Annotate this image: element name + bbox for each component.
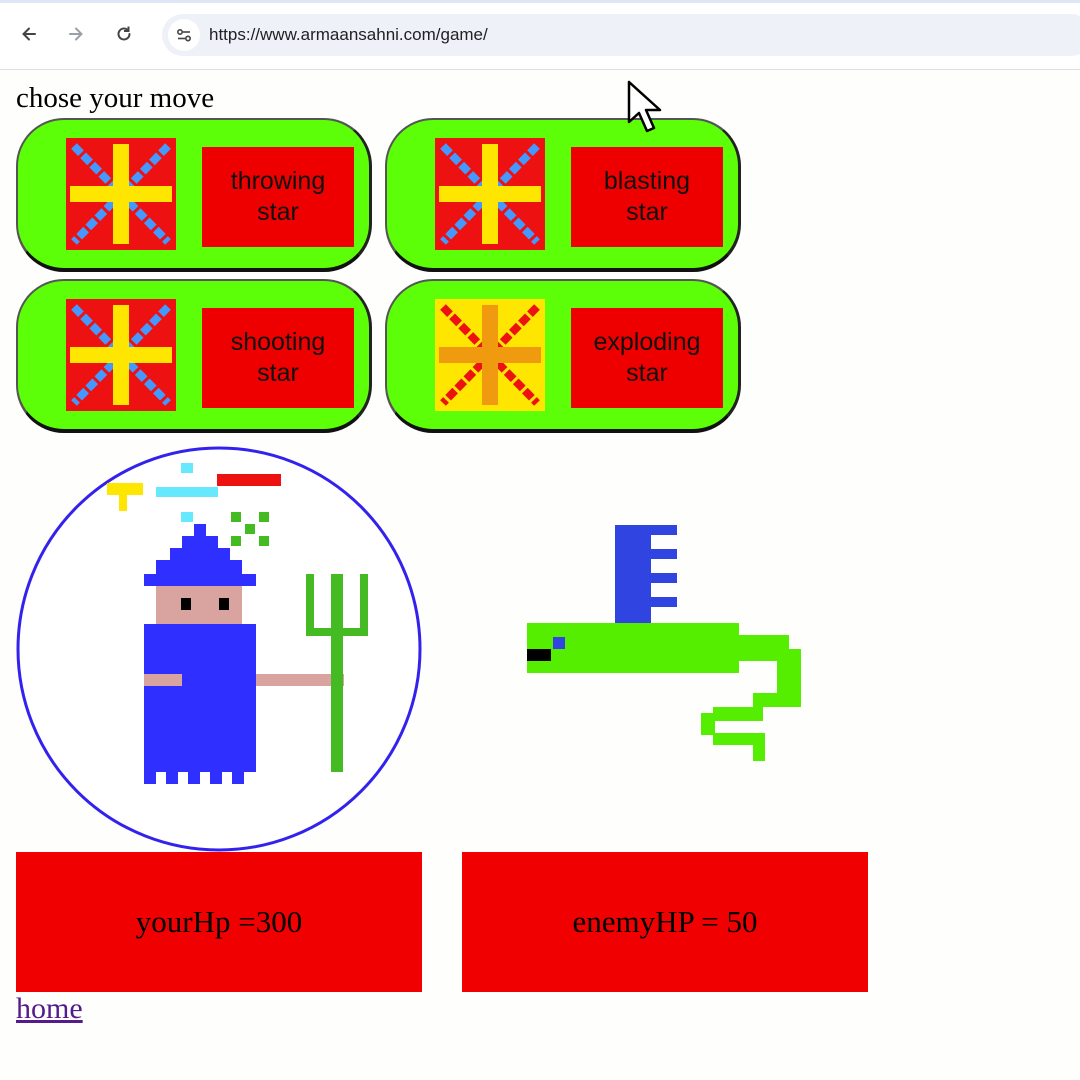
move-label: shooting star [202,308,354,408]
arrow-left-icon [22,27,36,41]
move-throwing-star-button[interactable]: throwing star [16,118,372,272]
back-button[interactable] [13,18,45,50]
move-exploding-star-button[interactable]: exploding star [385,279,741,433]
move-shooting-star-button[interactable]: shooting star [16,279,372,433]
address-bar[interactable]: https://www.armaansahni.com/game/ [162,14,1080,56]
tune-icon [176,29,192,42]
reload-icon [117,26,131,41]
your-hp-text: yourHp =300 [135,904,303,939]
enemy-hp-text: enemyHP = 50 [572,904,758,939]
mouse-cursor-icon [627,80,662,133]
forward-button[interactable] [60,18,92,50]
player-wizard-sprite [16,446,422,852]
enemy-serpent-sprite [527,525,801,761]
move-blasting-star-button[interactable]: blasting star [385,118,741,272]
enemy-hp-display: enemyHP = 50 [462,852,868,992]
browser-toolbar: https://www.armaansahni.com/game/ [0,0,1080,70]
arrow-right-icon [69,27,83,41]
move-label: exploding star [571,308,723,408]
your-hp-display: yourHp =300 [16,852,422,992]
url-text[interactable]: https://www.armaansahni.com/game/ [209,25,488,45]
home-link[interactable]: home [16,992,83,1026]
star-icon [66,138,176,250]
move-label: throwing star [202,147,354,247]
move-label: blasting star [571,147,723,247]
page-heading: chose your move [16,82,215,114]
star-icon [66,299,176,411]
star-icon [435,138,545,250]
star-icon [435,299,545,411]
reload-button[interactable] [108,18,140,50]
site-info-button[interactable] [168,19,200,51]
